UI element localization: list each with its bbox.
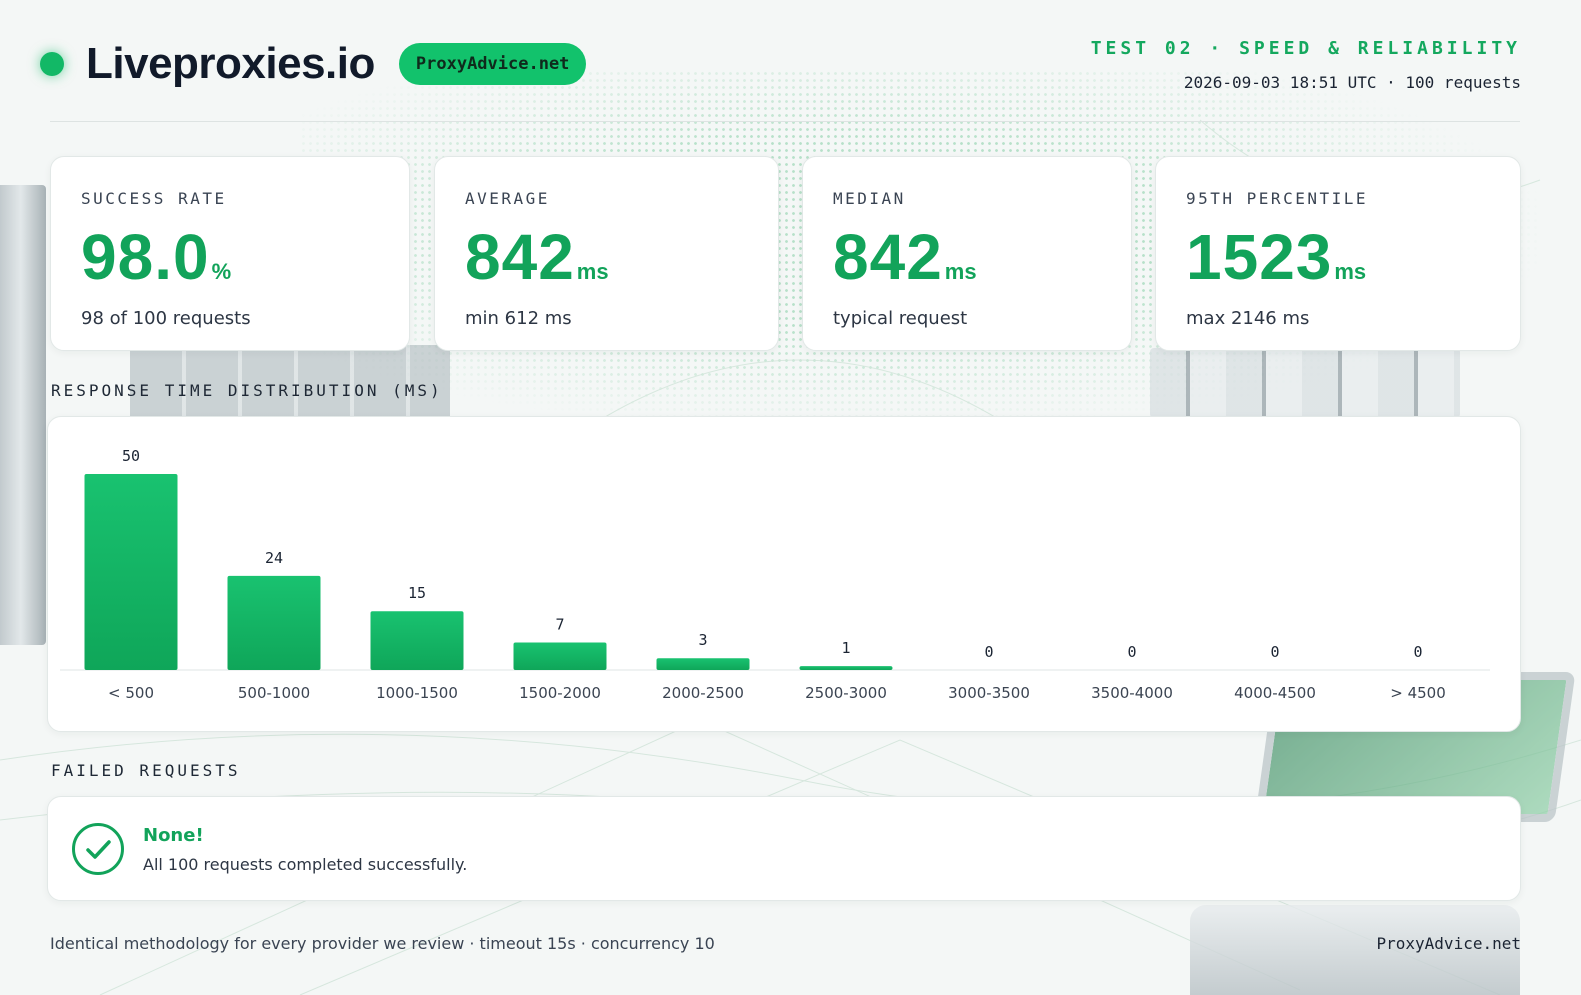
distribution-chart: 50 < 500 24 500-1000 15 1000-1500 7 1500-2000 3 2… — [60, 447, 1490, 702]
bar-value-label: 50 — [122, 447, 140, 465]
stat-subtext: 98 of 100 requests — [81, 308, 251, 329]
failed-status-message: All 100 requests completed successfully. — [143, 855, 468, 874]
stat-number: 98.0 — [81, 221, 210, 293]
stat-label: SUCCESS RATE — [81, 189, 227, 208]
bar-category-label: 3500-4000 — [1091, 684, 1173, 702]
chart-bar — [84, 474, 178, 670]
bar-category-label: > 4500 — [1390, 684, 1446, 702]
header-divider — [50, 121, 1520, 122]
stat-unit: ms — [944, 259, 977, 284]
source-badge: ProxyAdvice.net — [398, 43, 587, 85]
provider-title: Liveproxies.io — [86, 39, 375, 88]
stat-unit: % — [211, 259, 232, 284]
bar-value-label: 0 — [1127, 643, 1136, 661]
stat-card-median: MEDIAN 842 ms typical request — [802, 156, 1132, 351]
stat-value: 98.0 % — [81, 220, 379, 293]
stat-subtext: min 612 ms — [465, 308, 572, 329]
bar-value-label: 24 — [265, 549, 283, 567]
check-circle-icon — [72, 823, 124, 875]
distribution-chart-card: 50 < 500 24 500-1000 15 1000-1500 7 1500-2000 3 2… — [47, 416, 1521, 732]
stat-card-95th-percentile: 95TH PERCENTILE 1523 ms max 2146 ms — [1155, 156, 1521, 351]
stat-number: 842 — [833, 221, 943, 293]
stat-unit: ms — [576, 259, 609, 284]
bar-category-label: 1000-1500 — [376, 684, 458, 702]
status-dot-icon — [40, 52, 64, 76]
failed-section-label: FAILED REQUESTS — [51, 761, 241, 780]
stat-card-average: AVERAGE 842 ms min 612 ms — [434, 156, 779, 351]
stat-number: 842 — [465, 221, 575, 293]
chart-bar — [656, 658, 750, 670]
servers-decoration — [1150, 348, 1460, 418]
bar-category-label: 3000-3500 — [948, 684, 1030, 702]
bar-value-label: 1 — [841, 639, 850, 657]
chart-bar — [799, 666, 893, 670]
bar-category-label: 500-1000 — [238, 684, 310, 702]
bar-value-label: 3 — [698, 631, 707, 649]
stat-subtext: max 2146 ms — [1186, 308, 1310, 329]
stat-subtext: typical request — [833, 308, 968, 329]
stat-label: 95TH PERCENTILE — [1186, 189, 1368, 208]
footer-brand: ProxyAdvice.net — [1376, 934, 1522, 953]
chart-bar — [370, 611, 464, 670]
server-rack-decoration — [0, 185, 46, 645]
header: Liveproxies.io ProxyAdvice.net — [40, 36, 587, 92]
bar-category-label: 1500-2000 — [519, 684, 601, 702]
bar-category-label: 2000-2500 — [662, 684, 744, 702]
bar-category-label: 2500-3000 — [805, 684, 887, 702]
stat-unit: ms — [1334, 259, 1367, 284]
chart-bar — [513, 642, 607, 670]
bar-value-label: 0 — [1270, 643, 1279, 661]
stat-value: 842 ms — [833, 220, 1101, 293]
bar-value-label: 0 — [984, 643, 993, 661]
distribution-section-label: RESPONSE TIME DISTRIBUTION (MS) — [51, 381, 443, 400]
chart-bar — [227, 575, 321, 670]
failed-requests-card: None! All 100 requests completed success… — [47, 796, 1521, 901]
bar-value-label: 15 — [408, 584, 426, 602]
bar-category-label: < 500 — [108, 684, 154, 702]
bar-value-label: 7 — [555, 616, 564, 634]
stat-value: 1523 ms — [1186, 220, 1490, 293]
test-meta: 2026-09-03 18:51 UTC · 100 requests — [1183, 73, 1521, 92]
stat-label: MEDIAN — [833, 189, 906, 208]
stat-value: 842 ms — [465, 220, 748, 293]
stat-card-success-rate: SUCCESS RATE 98.0 % 98 of 100 requests — [50, 156, 410, 351]
check-mark-icon — [86, 840, 111, 859]
stat-label: AVERAGE — [465, 189, 550, 208]
methodology-note: Identical methodology for every provider… — [50, 934, 715, 953]
test-title: TEST 02 · SPEED & RELIABILITY — [1090, 38, 1521, 59]
bar-value-label: 0 — [1413, 643, 1422, 661]
bar-category-label: 4000-4500 — [1234, 684, 1316, 702]
failed-status-title: None! — [143, 825, 204, 846]
stat-number: 1523 — [1186, 221, 1333, 293]
